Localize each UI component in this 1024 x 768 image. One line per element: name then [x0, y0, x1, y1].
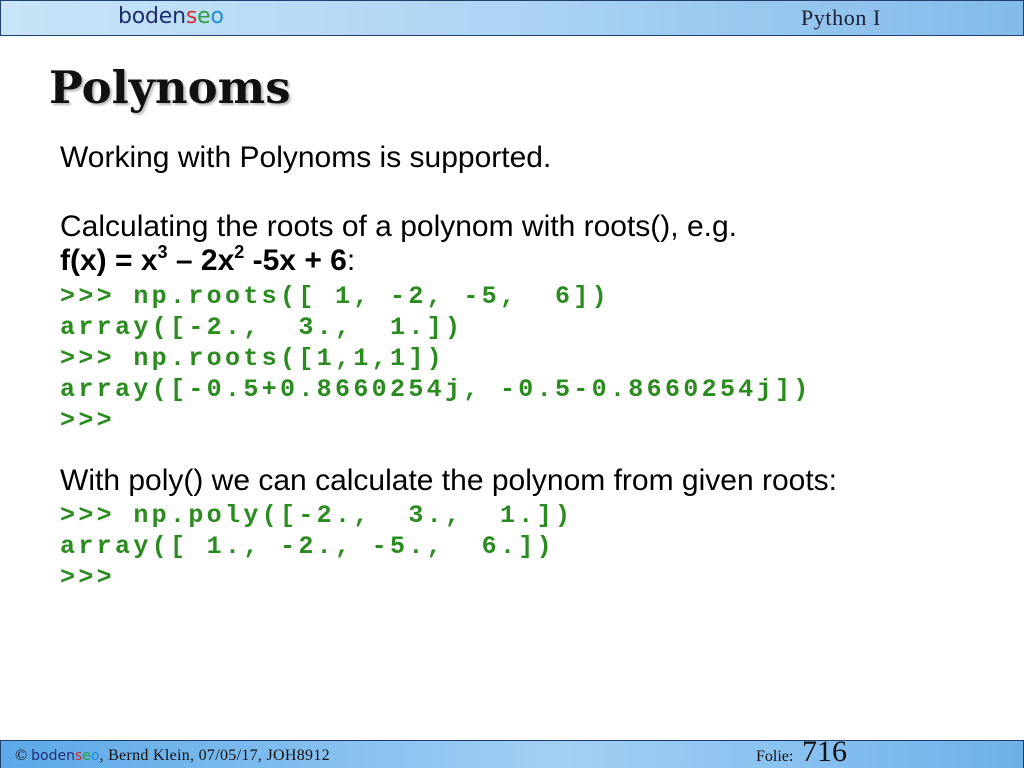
logo-part: o	[210, 4, 224, 29]
formula-part: -5x + 6	[244, 244, 347, 277]
formula-exponent: 3	[157, 242, 168, 262]
formula-part: – 2x	[167, 244, 235, 277]
bodenseo-logo: boden s e o	[118, 4, 224, 30]
logo-part: s	[185, 4, 198, 29]
copyright-symbol: ©	[15, 747, 28, 764]
code-line: >>> np.roots([1,1,1])	[60, 344, 445, 373]
logo-part: boden	[31, 748, 75, 764]
roots-description: Calculating the roots of a polynom with …	[60, 210, 737, 243]
logo-part: boden	[118, 4, 186, 29]
formula-exponent: 2	[234, 242, 245, 262]
slide-header-bar: boden s e o Python I	[0, 0, 1024, 36]
intro-text: Working with Polynoms is supported.	[60, 141, 552, 174]
example-polynomial-formula: f(x) = x3 – 2x2 -5x + 6:	[60, 242, 356, 281]
code-output-line: array([-2., 3., 1.])	[60, 313, 464, 342]
poly-description: With poly() we can calculate the polynom…	[60, 464, 837, 497]
formula-colon: :	[346, 244, 356, 277]
logo-part: e	[197, 4, 211, 29]
course-title: Python I	[801, 5, 881, 30]
logo-part: o	[90, 748, 100, 764]
slide-number: 716	[802, 735, 847, 768]
slide-footer-bar: © boden s e o, Bernd Klein, 07/05/17, JOH891…	[0, 735, 1024, 768]
author-date-code: , Bernd Klein, 07/05/17, JOH8912	[99, 747, 330, 764]
footer-credits: © boden s e o, Bernd Klein, 07/05/17, JOH891…	[15, 746, 330, 766]
code-output-line: array([-0.5+0.8660254j, -0.5-0.8660254j]…	[60, 375, 812, 404]
code-line: >>> np.poly([-2., 3., 1.])	[60, 501, 574, 530]
formula-part: f(x) = x	[60, 244, 158, 277]
logo-part: s	[74, 748, 83, 764]
code-output-line: array([ 1., -2., -5., 6.])	[60, 532, 555, 561]
footer-brand: boden s e o	[31, 746, 99, 766]
slide-number-label: Folie:	[756, 748, 794, 765]
logo-part: e	[82, 748, 91, 764]
code-prompt: >>>	[60, 563, 115, 592]
slide-title: Polynoms	[49, 61, 291, 114]
code-line: >>> np.roots([ 1, -2, -5, 6])	[60, 282, 610, 311]
code-prompt: >>>	[60, 406, 115, 435]
